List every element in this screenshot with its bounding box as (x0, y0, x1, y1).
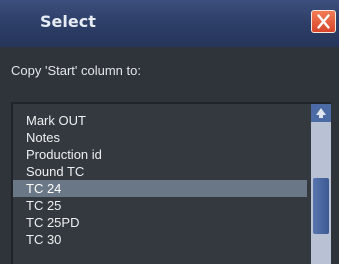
vertical-scrollbar[interactable] (311, 104, 331, 264)
column-listbox[interactable]: Mark OUT Notes Production id Sound TC TC 24 T… (11, 102, 331, 264)
select-dialog: Select Copy 'Start' column to: Mark OUT N… (0, 0, 339, 264)
list-item[interactable]: TC 25 (13, 197, 307, 214)
column-list: Mark OUT Notes Production id Sound TC TC 24 T… (13, 112, 307, 248)
list-item[interactable]: Mark OUT (13, 112, 307, 129)
dialog-body: Copy 'Start' column to: Mark OUT Notes Pro… (0, 47, 339, 264)
list-item[interactable]: Notes (13, 129, 307, 146)
list-item[interactable]: Sound TC (13, 163, 307, 180)
list-item[interactable]: Production id (13, 146, 307, 163)
dialog-title: Select (40, 12, 96, 31)
list-item[interactable]: TC 30 (13, 231, 307, 248)
close-icon (317, 14, 330, 29)
scroll-thumb[interactable] (313, 177, 329, 234)
list-item[interactable]: TC 24 (13, 180, 307, 197)
list-item[interactable]: TC 25PD (13, 214, 307, 231)
title-bar[interactable]: Select (0, 0, 339, 47)
close-button[interactable] (311, 10, 336, 33)
scroll-up-button[interactable] (311, 104, 331, 122)
prompt-label: Copy 'Start' column to: (11, 63, 141, 78)
arrow-up-icon (316, 108, 326, 118)
